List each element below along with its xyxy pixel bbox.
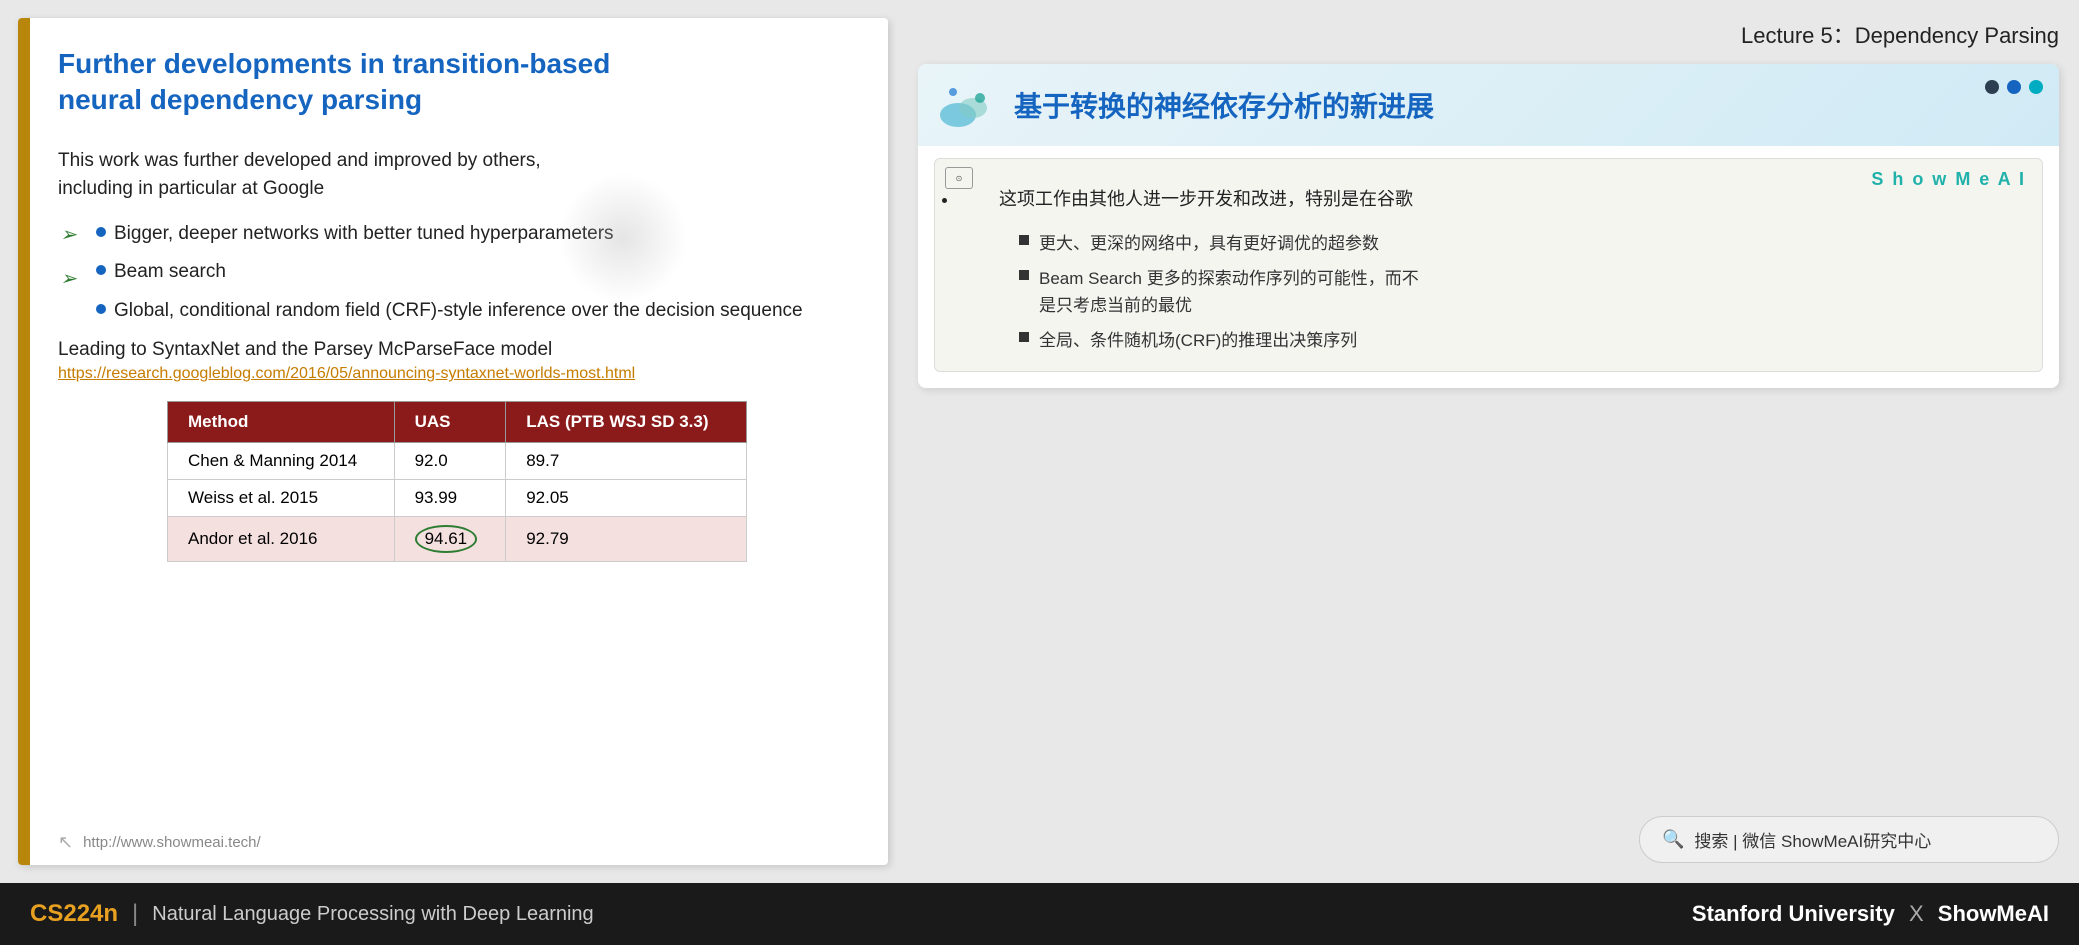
- bullet-item-2: Beam search: [96, 258, 856, 287]
- search-icon: 🔍: [1662, 829, 1684, 850]
- bottom-subtitle: Natural Language Processing with Deep Le…: [152, 903, 593, 926]
- sub-text-3: 全局、条件随机场(CRF)的推理出决策序列: [1039, 327, 1357, 354]
- square-bullet-3: [1019, 332, 1029, 342]
- x-separator: X: [1909, 901, 1930, 926]
- slide-footer: ↖ http://www.showmeai.tech/: [18, 824, 888, 865]
- bottom-divider: |: [132, 900, 138, 928]
- showmeai-brand-label: S h o w M e A I: [1871, 169, 2026, 190]
- table-row: Andor et al. 2016 94.61 92.79: [168, 517, 747, 562]
- arrow-deco-2: ➢: [60, 266, 77, 291]
- slide-link[interactable]: https://research.googleblog.com/2016/05/…: [58, 365, 856, 383]
- sub-text-2: Beam Search 更多的探索动作序列的可能性，而不 是只考虑当前的最优: [1039, 265, 1419, 319]
- bottom-bar: CS224n | Natural Language Processing wit…: [0, 883, 2079, 945]
- sub-text-1: 更大、更深的网络中，具有更好调优的超参数: [1039, 230, 1379, 257]
- chinese-bullets-list: 这项工作由其他人进一步开发和改进，特别是在谷歌 更大、更深的网络中，具有更好调优…: [949, 179, 2024, 359]
- square-bullet-2: [1019, 270, 1029, 280]
- lecture-header: Lecture 5：Dependency Parsing: [918, 10, 2059, 50]
- cell-las-0: 89.7: [506, 443, 747, 480]
- search-text: 搜索 | 微信 ShowMeAI研究中心: [1694, 827, 1931, 852]
- bullet-text-1: Bigger, deeper networks with better tune…: [114, 220, 614, 249]
- chinese-bullet-sub-2: Beam Search 更多的探索动作序列的可能性，而不 是只考虑当前的最优: [959, 261, 2024, 323]
- nav-dot-1: [1985, 80, 1999, 94]
- cell-uas-2: 94.61: [394, 517, 506, 562]
- bullet-item-1: Bigger, deeper networks with better tune…: [96, 220, 856, 249]
- bullets-section: ➢ Bigger, deeper networks with better tu…: [68, 220, 856, 326]
- showmeai-box: ⊙ S h o w M e A I 这项工作由其他人进一步开发和改进，特别是在谷…: [934, 158, 2043, 372]
- bullet-text-3: Global, conditional random field (CRF)-s…: [114, 297, 803, 326]
- cell-method-0: Chen & Manning 2014: [168, 443, 395, 480]
- bottom-right: Stanford University X ShowMeAI: [1692, 901, 2049, 927]
- main-container: Further developments in transition-based…: [0, 0, 2079, 945]
- showmeai-footer-label: ShowMeAI: [1938, 901, 2049, 926]
- chinese-card: 基于转换的神经依存分析的新进展 ⊙ S h o w M e A I: [918, 64, 2059, 388]
- chinese-bullet-sub-1: 更大、更深的网络中，具有更好调优的超参数: [959, 226, 2024, 261]
- col-las: LAS (PTB WSJ SD 3.3): [506, 402, 747, 443]
- nav-dots: [1985, 80, 2043, 94]
- arrow-deco-1: ➢: [60, 222, 77, 247]
- cell-method-1: Weiss et al. 2015: [168, 480, 395, 517]
- footer-url: http://www.showmeai.tech/: [83, 834, 261, 851]
- stanford-label: Stanford University: [1692, 901, 1895, 926]
- cell-uas-1: 93.99: [394, 480, 506, 517]
- slide-body-text: This work was further developed and impr…: [58, 147, 856, 204]
- cursor-icon: ↖: [58, 832, 73, 853]
- col-uas: UAS: [394, 402, 506, 443]
- bottom-left: CS224n | Natural Language Processing wit…: [30, 900, 594, 928]
- showmeai-logo-small: ⊙: [945, 167, 973, 189]
- bullet-text-2: Beam search: [114, 258, 226, 287]
- chinese-bullet-sub-3: 全局、条件随机场(CRF)的推理出决策序列: [959, 323, 2024, 358]
- bullet-dot-2: [96, 265, 106, 275]
- content-area: Further developments in transition-based…: [0, 0, 2079, 883]
- bullet-dot-1: [96, 227, 106, 237]
- cell-uas-0: 92.0: [394, 443, 506, 480]
- leading-text: Leading to SyntaxNet and the Parsey McPa…: [58, 339, 856, 361]
- slide-title: Further developments in transition-based…: [58, 46, 856, 119]
- bullet-dot-3: [96, 304, 106, 314]
- slide-left-border: [18, 18, 30, 865]
- nav-dot-2: [2007, 80, 2021, 94]
- col-method: Method: [168, 402, 395, 443]
- data-table: Method UAS LAS (PTB WSJ SD 3.3) Chen & M…: [167, 401, 747, 562]
- table-row: Chen & Manning 2014 92.0 89.7: [168, 443, 747, 480]
- cell-method-2: Andor et al. 2016: [168, 517, 395, 562]
- slide-panel: Further developments in transition-based…: [18, 18, 888, 865]
- table-row: Weiss et al. 2015 93.99 92.05: [168, 480, 747, 517]
- nav-dot-3: [2029, 80, 2043, 94]
- table-header-row: Method UAS LAS (PTB WSJ SD 3.3): [168, 402, 747, 443]
- circled-value: 94.61: [415, 525, 478, 553]
- cell-las-2: 92.79: [506, 517, 747, 562]
- square-bullet-1: [1019, 235, 1029, 245]
- course-label: CS224n: [30, 900, 118, 928]
- wave-icon: [938, 80, 998, 130]
- chinese-slide-title: 基于转换的神经依存分析的新进展: [1014, 85, 1434, 125]
- right-panel: Lecture 5：Dependency Parsing 基于转换的神经依存分析…: [908, 0, 2079, 883]
- search-box[interactable]: 🔍 搜索 | 微信 ShowMeAI研究中心: [1639, 816, 2059, 863]
- slide-content: Further developments in transition-based…: [18, 18, 888, 824]
- search-container: 🔍 搜索 | 微信 ShowMeAI研究中心: [918, 816, 2059, 873]
- cell-las-1: 92.05: [506, 480, 747, 517]
- chinese-bullet-main-1: 这项工作由其他人进一步开发和改进，特别是在谷歌: [959, 179, 2024, 218]
- bullet-item-3: Global, conditional random field (CRF)-s…: [96, 297, 856, 326]
- chinese-card-header: 基于转换的神经依存分析的新进展: [918, 64, 2059, 146]
